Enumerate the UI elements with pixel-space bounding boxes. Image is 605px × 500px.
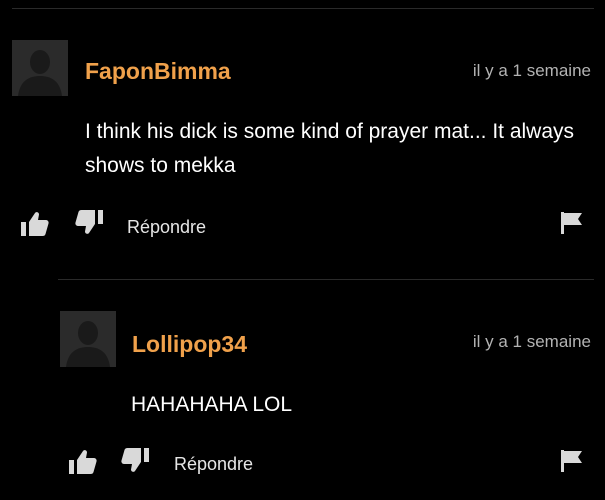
reply-button[interactable]: Répondre	[127, 217, 206, 238]
thumbs-down-icon[interactable]	[120, 446, 150, 474]
reply-text: HAHAHAHA LOL	[131, 393, 293, 416]
thumbs-down-icon[interactable]	[74, 208, 104, 236]
reply-timestamp: il y a 1 semaine	[472, 332, 591, 351]
thumbs-up-icon[interactable]	[20, 210, 50, 238]
comment-username[interactable]: FaponBimma	[85, 58, 231, 85]
comment-text: I think his dick is some kind of prayer …	[85, 120, 575, 177]
reply-username[interactable]: Lollipop34	[132, 331, 247, 358]
reply-divider	[58, 279, 594, 280]
user-silhouette-icon	[12, 40, 68, 96]
reply-button[interactable]: Répondre	[174, 454, 253, 475]
avatar[interactable]	[12, 40, 68, 96]
top-divider	[12, 8, 594, 9]
avatar[interactable]	[60, 311, 116, 367]
comment-timestamp: il y a 1 semaine	[472, 61, 591, 80]
thumbs-up-icon[interactable]	[68, 448, 98, 476]
user-silhouette-icon	[60, 311, 116, 367]
flag-icon[interactable]	[560, 211, 584, 235]
flag-icon[interactable]	[560, 449, 584, 473]
